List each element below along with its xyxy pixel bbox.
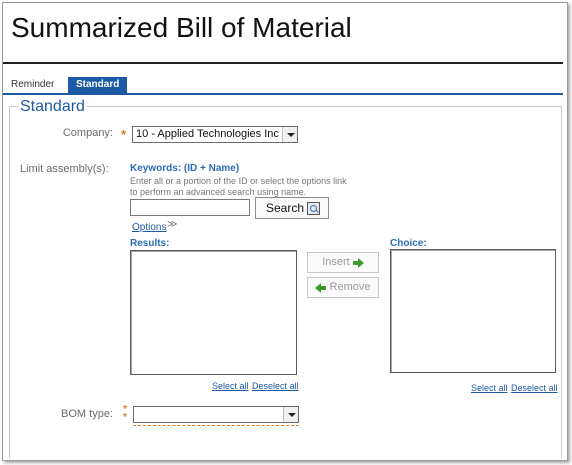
bom-type-select[interactable] xyxy=(133,406,299,423)
arrow-right-icon xyxy=(352,257,364,268)
arrow-left-icon xyxy=(315,282,327,293)
choice-label: Choice: xyxy=(390,238,427,249)
results-listbox[interactable] xyxy=(130,250,297,375)
search-icon xyxy=(307,202,320,215)
required-mark-bottom: * xyxy=(123,412,127,423)
options-link[interactable]: Options xyxy=(132,222,166,233)
results-deselect-all-link[interactable]: Deselect all xyxy=(252,381,299,391)
tab-bar: Reminder Standard xyxy=(3,77,563,95)
chevron-down-icon[interactable] xyxy=(283,407,298,422)
section-legend: Standard xyxy=(18,98,87,116)
company-select-value: 10 - Applied Technologies Inc xyxy=(136,128,279,140)
title-divider xyxy=(3,62,563,64)
company-select[interactable]: 10 - Applied Technologies Inc xyxy=(132,126,298,143)
choice-select-all-link[interactable]: Select all xyxy=(471,383,508,393)
tab-standard[interactable]: Standard xyxy=(68,77,128,93)
page-title: Summarized Bill of Material xyxy=(11,12,352,43)
insert-button[interactable]: Insert xyxy=(307,252,379,273)
keywords-help-text: Enter all or a portion of the ID or sele… xyxy=(130,176,347,197)
choice-deselect-all-link[interactable]: Deselect all xyxy=(511,383,558,393)
results-select-all-link[interactable]: Select all xyxy=(212,381,249,391)
bom-type-required-mark: * * xyxy=(123,405,131,423)
keyword-search-input[interactable] xyxy=(130,199,250,216)
limit-assembly-label: Limit assembly(s): xyxy=(20,163,109,175)
chevron-down-icon[interactable] xyxy=(282,127,297,142)
keywords-label: Keywords: (ID + Name) xyxy=(130,163,240,174)
bom-type-required-underline xyxy=(133,425,299,426)
search-button-label: Search xyxy=(266,201,305,215)
chevron-double-down-icon[interactable]: ≫ xyxy=(167,219,177,230)
tab-divider xyxy=(3,93,563,95)
company-label: Company: xyxy=(62,127,113,139)
search-button[interactable]: Search xyxy=(255,197,329,219)
results-label: Results: xyxy=(130,238,170,249)
remove-button[interactable]: Remove xyxy=(307,277,379,298)
insert-button-label: Insert xyxy=(322,256,350,268)
tab-reminder[interactable]: Reminder xyxy=(3,77,62,93)
choice-listbox[interactable] xyxy=(390,249,556,373)
company-required-mark: * xyxy=(121,127,127,142)
bom-type-label: BOM type: xyxy=(61,408,113,420)
remove-button-label: Remove xyxy=(329,281,371,293)
